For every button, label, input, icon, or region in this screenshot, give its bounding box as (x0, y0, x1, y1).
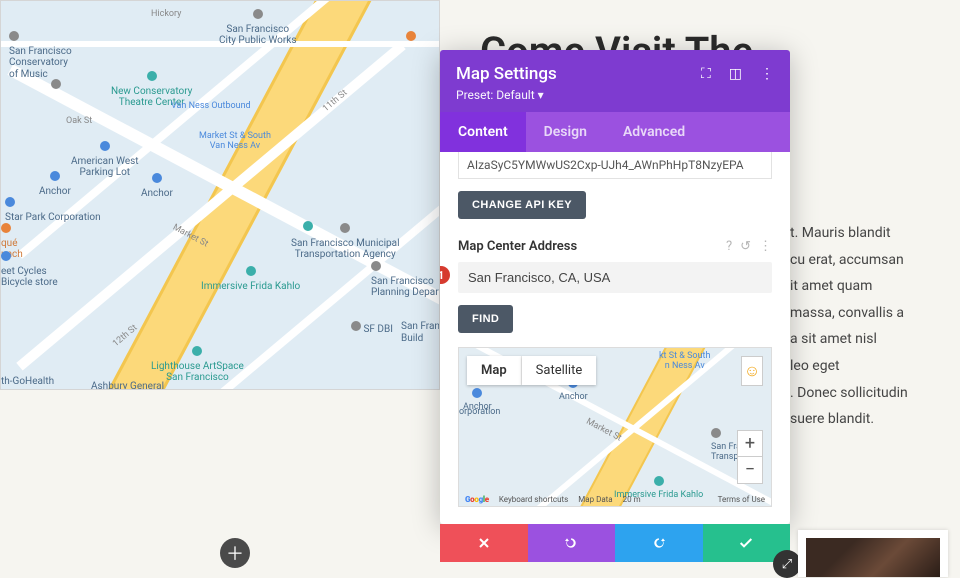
map-data-label: Map Data (578, 495, 612, 504)
main-map[interactable]: Hickory San Francisco City Public Works … (0, 0, 440, 390)
panel-tabs: Content Design Advanced (440, 112, 790, 152)
poi-sf-conservatory: San Francisco Conservatory of Music (9, 31, 72, 80)
page-paragraph: t. Mauris blandit cu erat, accumsan it a… (790, 220, 950, 433)
zoom-control: + − (737, 430, 763, 484)
scale-label: 20 m (623, 495, 641, 504)
poi-bike-store: eet Cycles Bicycle store (1, 251, 58, 289)
redo-button[interactable] (615, 524, 703, 562)
poi-anchor: Anchor (141, 173, 173, 199)
find-button[interactable]: FIND (458, 305, 513, 333)
kebab-menu-icon[interactable]: ⋮ (759, 239, 772, 254)
transit-label: Van Ness Outbound (171, 101, 251, 111)
map-pin-icon (406, 31, 416, 41)
image-module-preview (798, 530, 948, 577)
street-label: Oak St (66, 116, 92, 126)
keyboard-shortcuts-link[interactable]: Keyboard shortcuts (499, 495, 568, 504)
mini-poi: orporation (459, 408, 500, 418)
help-icon[interactable]: ? (726, 239, 732, 254)
map-type-switch: Map Satellite (467, 356, 596, 385)
map-type-satellite[interactable]: Satellite (522, 356, 597, 385)
map-pin-icon (51, 79, 61, 89)
map-type-map[interactable]: Map (467, 356, 522, 385)
change-api-key-button[interactable]: CHANGE API KEY (458, 191, 586, 219)
undo-icon (563, 535, 579, 551)
poi-parking: American West Parking Lot (71, 141, 139, 179)
map-center-address-input[interactable] (458, 262, 772, 293)
panel-title: Map Settings (456, 64, 557, 84)
tab-design[interactable]: Design (526, 112, 605, 152)
snap-icon[interactable]: ◫ (729, 66, 742, 82)
poi-sf-dbi: SF DBI (351, 321, 393, 336)
mini-poi: kt St & South n Ness Av (659, 352, 710, 372)
add-module-button[interactable]: ＋ (220, 538, 250, 568)
redo-icon (651, 535, 667, 551)
step-marker-1: 1 (440, 266, 450, 284)
preset-dropdown[interactable]: Preset: Default ▾ (456, 88, 774, 102)
pegman-icon[interactable]: ☺ (741, 356, 763, 386)
poi-sf-build: San Francis Build (401, 321, 440, 344)
undo-button[interactable] (528, 524, 616, 562)
poi-lighthouse: Lighthouse ArtSpace San Francisco (151, 346, 244, 384)
cancel-button[interactable] (440, 524, 528, 562)
panel-header: Map Settings ⛶ ◫ ⋮ Preset: Default ▾ (440, 50, 790, 112)
poi-planning: San Francisco Planning Departm (371, 261, 440, 299)
poi-gohealth: th-GoHealth (1, 376, 54, 388)
kebab-menu-icon[interactable]: ⋮ (760, 66, 774, 82)
tab-content[interactable]: Content (440, 112, 526, 152)
transit-label: Market St & South Van Ness Av (199, 131, 271, 151)
terms-link[interactable]: Terms of Use (718, 495, 765, 504)
map-settings-panel: Map Settings ⛶ ◫ ⋮ Preset: Default ▾ Con… (440, 50, 790, 524)
check-icon (738, 535, 754, 551)
expand-icon[interactable]: ⛶ (701, 66, 711, 82)
map-pin-icon (303, 221, 313, 231)
street-label: Hickory (151, 9, 181, 19)
zoom-in-button[interactable]: + (738, 431, 762, 457)
poi-anchor2: Anchor (39, 171, 71, 197)
google-logo: Google (465, 495, 489, 504)
api-key-value: AIzaSyC5YMWwUS2Cxp-UJh4_AWnPhHpT8NzyEPA (458, 152, 772, 179)
reset-icon[interactable]: ↺ (740, 239, 751, 254)
panel-body: AIzaSyC5YMWwUS2Cxp-UJh4_AWnPhHpT8NzyEPA … (440, 152, 790, 524)
close-icon (476, 535, 492, 551)
map-center-address-label: Map Center Address (458, 239, 718, 254)
mini-map-preview[interactable]: kt St & South n Ness Av Anchor Anchor or… (458, 347, 772, 507)
tab-advanced[interactable]: Advanced (605, 112, 703, 152)
poi-ashbury: Ashbury General (91, 381, 164, 390)
poi-sf-public-works: San Francisco City Public Works (219, 9, 296, 47)
poi-frida: Immersive Frida Kahlo (201, 266, 300, 292)
panel-action-bar (440, 524, 790, 562)
drag-handle-icon[interactable]: ⤢ (773, 550, 801, 578)
zoom-out-button[interactable]: − (738, 457, 762, 483)
poi-star-park: Star Park Corporation (5, 197, 101, 223)
